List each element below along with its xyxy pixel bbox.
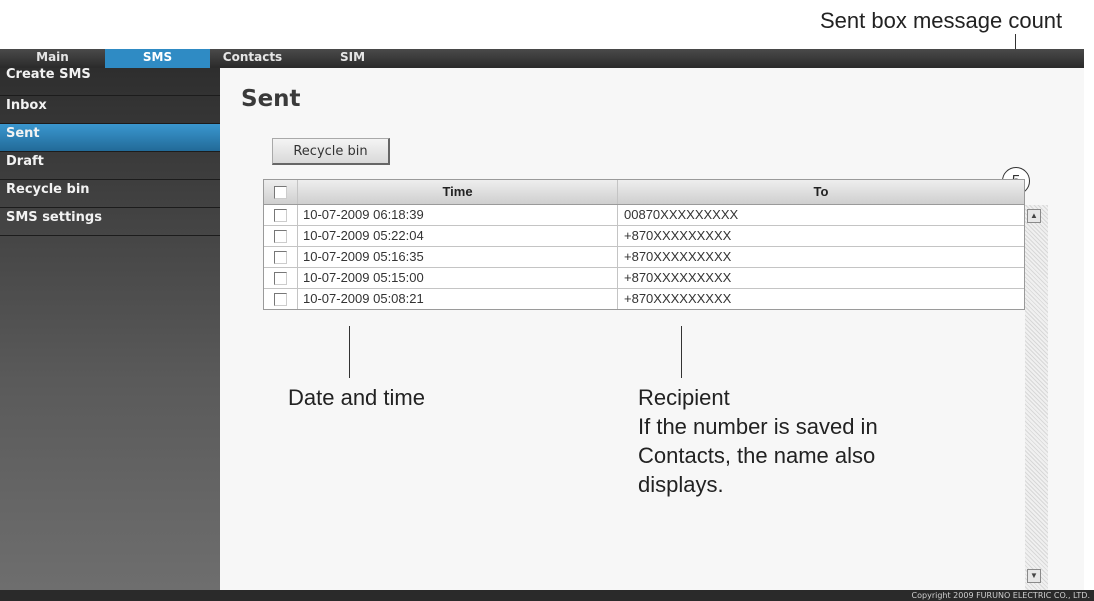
scrollbar-track[interactable]: ▲ ▼ (1025, 205, 1048, 590)
table-row[interactable]: 10-07-2009 05:08:21 +870XXXXXXXXX (264, 289, 1024, 309)
callout-message-count: Sent box message count (820, 8, 1063, 33)
row-checkbox[interactable] (274, 293, 287, 306)
sent-messages-table: Time To 10-07-2009 06:18:39 00870XXXXXXX… (263, 179, 1025, 310)
row-checkbox[interactable] (274, 272, 287, 285)
row-check-cell (264, 289, 298, 309)
callout-date-and-time: Date and time (288, 385, 425, 410)
callout-recipient-line: Contacts, the name also (638, 443, 876, 468)
tab-sim[interactable]: SIM (300, 49, 405, 68)
table-row[interactable]: 10-07-2009 05:22:04 +870XXXXXXXXX (264, 226, 1024, 247)
recycle-bin-button[interactable]: Recycle bin (272, 138, 390, 165)
select-all-checkbox[interactable] (274, 186, 287, 199)
header-time[interactable]: Time (298, 180, 618, 204)
header-to[interactable]: To (618, 180, 1024, 204)
tab-main[interactable]: Main (0, 49, 105, 68)
row-check-cell (264, 247, 298, 267)
sidebar-item-sms-settings[interactable]: SMS settings (0, 208, 220, 236)
row-recipient: +870XXXXXXXXX (624, 270, 732, 285)
row-checkbox[interactable] (274, 209, 287, 222)
row-check-cell (264, 268, 298, 288)
leader-line-recipient (681, 326, 682, 378)
table-row[interactable]: 10-07-2009 05:15:00 +870XXXXXXXXX (264, 268, 1024, 289)
row-recipient: +870XXXXXXXXX (624, 291, 732, 306)
callout-recipient: Recipient If the number is saved in Cont… (638, 383, 878, 499)
row-recipient: +870XXXXXXXXX (624, 228, 732, 243)
row-time: 10-07-2009 05:15:00 (298, 268, 618, 288)
row-time: 10-07-2009 05:08:21 (298, 289, 618, 309)
sidebar-item-create-sms[interactable]: Create SMS (0, 68, 220, 96)
footer-bar: Copyright 2009 FURUNO ELECTRIC CO., LTD. (0, 590, 1094, 601)
row-check-cell (264, 226, 298, 246)
top-nav-bar: Main SMS Contacts SIM (0, 49, 1084, 68)
row-check-cell (264, 205, 298, 225)
row-checkbox[interactable] (274, 230, 287, 243)
header-check-cell (264, 180, 298, 204)
scroll-down-icon[interactable]: ▼ (1027, 569, 1041, 583)
sidebar-item-recycle-bin[interactable]: Recycle bin (0, 180, 220, 208)
scroll-up-icon[interactable]: ▲ (1027, 209, 1041, 223)
callout-recipient-line: If the number is saved in (638, 414, 878, 439)
sidebar: Create SMS Inbox Sent Draft Recycle bin … (0, 68, 220, 590)
row-checkbox[interactable] (274, 251, 287, 264)
table-row[interactable]: 10-07-2009 06:18:39 00870XXXXXXXXX (264, 205, 1024, 226)
row-time: 10-07-2009 05:16:35 (298, 247, 618, 267)
row-recipient: +870XXXXXXXXX (624, 249, 732, 264)
sidebar-item-inbox[interactable]: Inbox (0, 96, 220, 124)
callout-recipient-title: Recipient (638, 385, 730, 410)
page-title: Sent (241, 86, 301, 112)
callout-recipient-line: displays. (638, 472, 724, 497)
tab-contacts[interactable]: Contacts (210, 49, 295, 68)
sidebar-item-sent[interactable]: Sent (0, 124, 220, 152)
row-time: 10-07-2009 06:18:39 (298, 205, 618, 225)
table-row[interactable]: 10-07-2009 05:16:35 +870XXXXXXXXX (264, 247, 1024, 268)
row-recipient: 00870XXXXXXXXX (624, 207, 739, 222)
leader-line-datetime (349, 326, 350, 378)
tab-sms[interactable]: SMS (105, 49, 210, 68)
row-time: 10-07-2009 05:22:04 (298, 226, 618, 246)
sidebar-item-draft[interactable]: Draft (0, 152, 220, 180)
table-header: Time To (264, 180, 1024, 205)
copyright-text: Copyright 2009 FURUNO ELECTRIC CO., LTD. (911, 591, 1090, 600)
